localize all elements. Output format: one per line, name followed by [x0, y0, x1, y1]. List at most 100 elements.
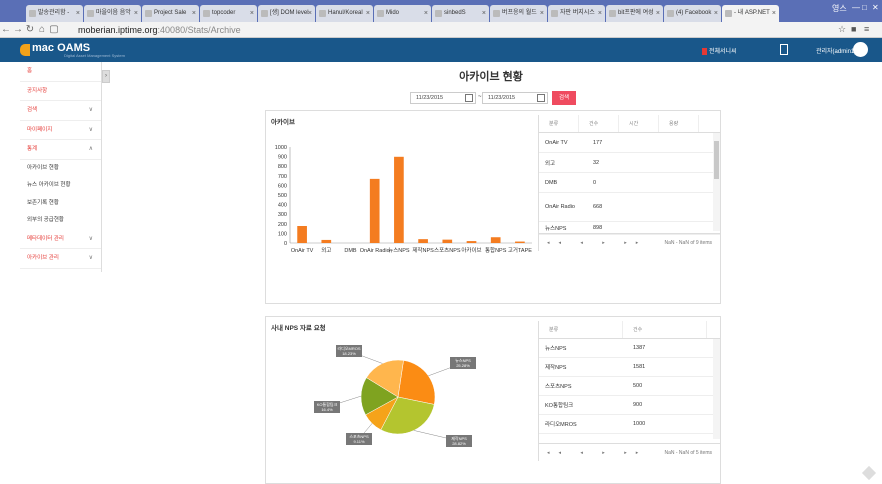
table-row[interactable]: 라디오MROS 1000	[539, 415, 720, 434]
chevron-down-icon: ∨	[88, 107, 93, 113]
archive-grid-scrollbar[interactable]	[713, 133, 720, 231]
pie-slice[interactable]	[397, 360, 436, 405]
browser-tab[interactable]: Hanul/Koreal ×	[316, 5, 373, 22]
address-bar[interactable]: moberian.iptime.org:40080/Stats/Archive	[78, 23, 241, 37]
close-window-icon[interactable]: ✕	[872, 3, 879, 12]
tab-close-icon[interactable]: ×	[76, 5, 80, 22]
sidebar-item-label: 검색	[27, 107, 38, 113]
table-row[interactable]: 뉴스NPS 1387	[539, 339, 720, 358]
nps-grid-scrollbar[interactable]	[713, 339, 720, 439]
reload-icon[interactable]: ↻	[24, 24, 36, 35]
bar[interactable]	[442, 239, 453, 243]
tab-close-icon[interactable]: ×	[598, 5, 602, 22]
tab-close-icon[interactable]: ×	[308, 5, 312, 22]
tab-label: bit프판에 여성	[618, 10, 654, 16]
tab-close-icon[interactable]: ×	[192, 5, 196, 22]
browser-tab[interactable]: 발송관리함 - ×	[26, 5, 83, 22]
bar[interactable]	[515, 241, 525, 243]
sidebar-item-search[interactable]: 검색 ∨	[20, 101, 101, 121]
sidebar-subitem-news-archive[interactable]: 뉴스 아카이브 현황	[20, 177, 101, 195]
table-row[interactable]: 스포츠NPS 500	[539, 377, 720, 396]
column-header[interactable]: 분류	[539, 115, 579, 132]
tab-close-icon[interactable]: ×	[540, 5, 544, 22]
star-icon[interactable]: ☆	[838, 24, 846, 35]
sidebar-item-notice[interactable]: 공지사항	[20, 82, 101, 101]
tab-close-icon[interactable]: ×	[772, 5, 776, 22]
maximize-icon[interactable]: □	[862, 3, 867, 12]
scroll-thumb[interactable]	[714, 141, 719, 179]
date-to-input[interactable]: 11/23/2015	[482, 92, 548, 104]
tab-close-icon[interactable]: ×	[366, 5, 370, 22]
user-name[interactable]: 관리자(admin1)	[816, 46, 856, 55]
browser-tab[interactable]: (4) Facebook ×	[664, 5, 721, 22]
bar[interactable]	[466, 241, 477, 243]
bar[interactable]	[490, 237, 501, 243]
browser-tab[interactable]: - 내 ASP.NET ×	[722, 5, 779, 22]
x-tick-label: 스포츠NPS	[434, 247, 461, 254]
tab-close-icon[interactable]: ×	[482, 5, 486, 22]
minimize-icon[interactable]: —	[852, 3, 860, 12]
tab-close-icon[interactable]: ×	[714, 5, 718, 22]
browser-tab[interactable]: topcoder ×	[200, 5, 257, 22]
table-row[interactable]: 제작NPS 1581	[539, 358, 720, 377]
tab-close-icon[interactable]: ×	[250, 5, 254, 22]
column-header[interactable]: 건수	[579, 115, 619, 132]
browser-tab[interactable]: 마을이음 음악 ×	[84, 5, 141, 22]
browser-tab[interactable]: Project Sale ×	[142, 5, 199, 22]
bar[interactable]	[369, 178, 380, 243]
menu-icon[interactable]: ≡	[864, 24, 869, 34]
monitor-button[interactable]: 전체서니씨	[702, 46, 737, 55]
sidebar-item-mypage[interactable]: 마이페이지 ∨	[20, 121, 101, 140]
chevron-down-icon: ∨	[88, 126, 93, 133]
tab-close-icon[interactable]: ×	[134, 5, 138, 22]
sidebar-item-metadata[interactable]: 메타데이터 관리 ∨	[20, 230, 101, 249]
browser-tab[interactable]: 버프응의 월드 ×	[490, 5, 547, 22]
browser-tab[interactable]: sinbedS ×	[432, 5, 489, 22]
table-row[interactable]: KO통합팀크 900	[539, 396, 720, 415]
bar[interactable]	[321, 239, 332, 243]
date-separator: ~	[478, 94, 482, 100]
table-row[interactable]: 외고 32	[539, 153, 720, 173]
archive-panel-title: 아카이브	[271, 119, 295, 126]
table-row[interactable]: OnAir Radio 668	[539, 193, 720, 222]
user-badge[interactable]: 영스	[832, 3, 847, 14]
back-icon[interactable]: ←	[0, 24, 12, 35]
document-icon[interactable]	[780, 44, 788, 55]
extension-icon[interactable]: ■	[851, 24, 856, 34]
column-header[interactable]: 시간	[619, 115, 659, 132]
search-button[interactable]: 검색	[552, 91, 576, 105]
tab-close-icon[interactable]: ×	[656, 5, 660, 22]
chevron-down-icon: ∨	[88, 235, 93, 242]
tab-close-icon[interactable]: ×	[424, 5, 428, 22]
calendar-icon[interactable]	[537, 94, 545, 102]
avatar[interactable]	[853, 42, 868, 57]
date-from-value: 11/23/2015	[416, 95, 444, 101]
sidebar-subitem-external-supply[interactable]: 외부의 공급현황	[20, 212, 101, 230]
x-tick-label: OnAir TV	[291, 248, 314, 254]
bar[interactable]	[297, 226, 307, 243]
bar[interactable]	[418, 239, 428, 243]
date-from-input[interactable]: 11/23/2015	[410, 92, 476, 104]
column-header[interactable]: 용량	[659, 115, 699, 132]
browser-tab[interactable]: [생] DOM level ×	[258, 5, 315, 22]
pager-buttons[interactable]: ◂◂ ◂ ▸ ▸▸	[547, 444, 647, 462]
table-row[interactable]: DMB 0	[539, 173, 720, 193]
table-cell-count: 0	[593, 179, 597, 186]
tab-label: 발송관리함 -	[38, 10, 70, 16]
nps-grid-header: 분류 건수	[539, 321, 720, 339]
pager-buttons[interactable]: ◂◂ ◂ ▸ ▸▸	[547, 234, 647, 252]
browser-tab[interactable]: 자판 버지시스 ×	[548, 5, 605, 22]
column-header[interactable]: 분류	[539, 321, 623, 338]
bar[interactable]	[394, 156, 404, 243]
column-header[interactable]: 건수	[623, 321, 707, 338]
sidebar-item-stats[interactable]: 통계 ∧	[20, 140, 101, 160]
forward-icon[interactable]: →	[12, 24, 24, 35]
calendar-icon[interactable]	[465, 94, 473, 102]
browser-tab[interactable]: bit프판에 여성 ×	[606, 5, 663, 22]
sidebar-subitem-archive-status[interactable]: 아카이브 현황	[20, 160, 101, 178]
sidebar-item-archive-admin[interactable]: 아카이브 관리 ∨	[20, 249, 101, 269]
table-row[interactable]: OnAir TV 177	[539, 133, 720, 153]
home-icon[interactable]: ⌂	[36, 24, 48, 35]
browser-tab[interactable]: Mido ×	[374, 5, 431, 22]
sidebar-subitem-preservation[interactable]: 보존기록 현황	[20, 195, 101, 213]
